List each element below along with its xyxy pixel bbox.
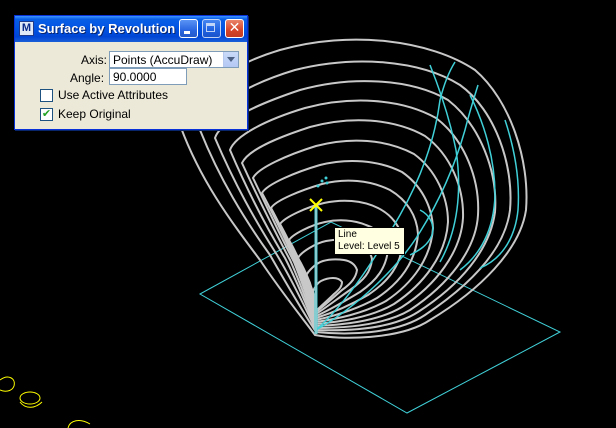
use-active-attributes-checkbox[interactable] bbox=[40, 89, 53, 102]
close-button[interactable]: ✕ bbox=[225, 19, 244, 38]
chevron-down-icon[interactable] bbox=[223, 52, 238, 67]
profile-curves[interactable] bbox=[315, 61, 520, 331]
dialog-title-bar[interactable]: M Surface by Revolution ✕ bbox=[15, 16, 247, 42]
angle-label: Angle: bbox=[70, 71, 105, 85]
minimize-button[interactable] bbox=[179, 19, 198, 38]
stray-geometry[interactable] bbox=[0, 376, 91, 428]
use-active-attributes-label[interactable]: Use Active Attributes bbox=[58, 88, 168, 102]
keep-original-label[interactable]: Keep Original bbox=[58, 107, 131, 121]
axis-label: Axis: bbox=[81, 53, 108, 67]
maximize-icon bbox=[206, 23, 215, 32]
angle-input[interactable]: 90.0000 bbox=[109, 68, 187, 85]
checkmark-icon: ✔ bbox=[41, 107, 52, 120]
element-info-tooltip: Line Level: Level 5 bbox=[334, 227, 405, 255]
surface-by-revolution-dialog[interactable]: M Surface by Revolution ✕ Axis: Points (… bbox=[14, 15, 248, 130]
tooltip-element-level: Level: Level 5 bbox=[338, 241, 400, 252]
dialog-title: Surface by Revolution bbox=[38, 21, 176, 36]
keep-original-checkbox[interactable]: ✔ bbox=[40, 107, 53, 121]
close-icon: ✕ bbox=[228, 20, 241, 36]
accudraw-marker bbox=[316, 176, 329, 188]
tooltip-element-type: Line bbox=[338, 229, 357, 240]
axis-select[interactable]: Points (AccuDraw) bbox=[109, 51, 239, 68]
axis-select-value: Points (AccuDraw) bbox=[113, 53, 213, 67]
minimize-icon bbox=[184, 31, 190, 34]
maximize-button[interactable] bbox=[202, 19, 221, 38]
microstation-icon: M bbox=[19, 21, 34, 36]
